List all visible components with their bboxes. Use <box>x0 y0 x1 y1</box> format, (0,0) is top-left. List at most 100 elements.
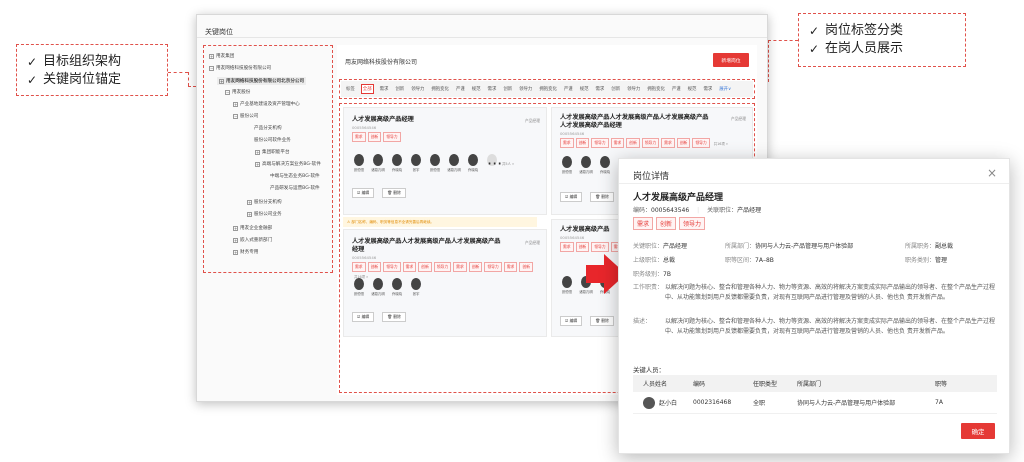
collapse-icon[interactable]: − <box>209 65 214 71</box>
tag-filter-item[interactable]: 创新 <box>502 85 513 93</box>
expand-icon[interactable]: + <box>247 199 252 205</box>
tree-node[interactable]: + 用友企业金融部 <box>233 225 272 231</box>
modal-position-title: 人才发展高级产品经理 <box>633 193 724 203</box>
tree-node[interactable]: + 财务专用 <box>233 249 258 255</box>
more-icon: ··· <box>487 154 503 173</box>
close-icon[interactable]: × <box>987 166 997 180</box>
expand-icon[interactable]: + <box>233 249 238 255</box>
tag-filter-item[interactable]: 拥抱变化 <box>430 85 450 93</box>
tree-node[interactable]: 股份公司软件业务 <box>247 137 291 143</box>
company-title: 用友网络科技股份有限公司 <box>345 59 418 66</box>
tree-node[interactable]: 产品研发与运营BG-软件 <box>263 185 320 191</box>
collapse-icon[interactable]: − <box>225 89 230 95</box>
tag-filter-item[interactable]: 领导力 <box>518 85 533 93</box>
tag-filter-item[interactable]: 领导力 <box>626 85 641 93</box>
table-cell: 协同与人力云-产品管理与用户体验部 <box>797 398 935 407</box>
person[interactable]: 张宇 <box>409 154 423 172</box>
delete-button[interactable]: 🗑 删除 <box>590 192 614 202</box>
person[interactable]: 诸葛孔明 <box>371 278 385 296</box>
expand-icon[interactable]: + <box>233 225 238 231</box>
tree-node[interactable]: + 用友网络科技股份有限公司北京分公司 <box>217 77 307 85</box>
expand-icon[interactable]: + <box>233 237 238 243</box>
tree-node[interactable]: + 用友集团 <box>209 53 234 59</box>
expand-icon[interactable]: + <box>255 149 260 155</box>
tree-node[interactable]: − 用友股份 <box>225 89 250 95</box>
avatar <box>392 154 402 166</box>
tag-filter-item[interactable]: 需求 <box>595 85 606 93</box>
tree-node[interactable]: − 用友网络科技股份有限公司 <box>209 65 271 71</box>
person[interactable]: 乔晓晓 <box>390 154 404 172</box>
window-title: 关键岗位 <box>205 28 233 36</box>
person[interactable]: 乔晓晓 <box>466 154 480 172</box>
person-name: 乔晓晓 <box>599 170 611 174</box>
edit-button[interactable]: ☑ 编辑 <box>352 312 375 322</box>
person[interactable]: 张恒恒 <box>352 278 366 296</box>
position-card[interactable]: 人才发展高级产品人才发展高级产品人才发展高级产品经理 产品经理 0005564546… <box>343 229 547 337</box>
person[interactable]: 张宇 <box>409 278 423 296</box>
expand-icon[interactable]: + <box>233 101 238 107</box>
callout-item: 目标组织架构 <box>43 54 122 69</box>
person[interactable]: 诸葛孔明 <box>447 154 461 172</box>
delete-button[interactable]: 🗑 删除 <box>382 188 406 198</box>
tree-node[interactable]: + 股份公司业务 <box>247 211 282 217</box>
card-position: 产品经理 <box>524 118 540 123</box>
more-people-link[interactable]: 共5人 » <box>502 161 514 166</box>
tree-node[interactable]: 产品分支机构 <box>247 125 282 131</box>
tree-node[interactable]: + 高端与解决方案业务BG-软件 <box>255 161 321 167</box>
delete-button[interactable]: 🗑 删除 <box>590 316 614 326</box>
tag-filter-item[interactable]: 规范 <box>579 85 590 93</box>
tag-filter-item[interactable]: 全部 <box>360 84 374 94</box>
table-row[interactable]: 赵小白 0002316468 全职 协同与人力云-产品管理与用户体验部 7A <box>633 392 997 414</box>
expand-icon[interactable]: + <box>247 211 252 217</box>
person[interactable]: 诸葛孔明 <box>579 156 593 174</box>
detail-field: 所属职务：副总裁 <box>905 241 953 250</box>
confirm-button[interactable]: 确定 <box>961 423 995 439</box>
tag-filter-item[interactable]: 严谨 <box>455 85 466 93</box>
tag-filter-item[interactable]: 严谨 <box>671 85 682 93</box>
tag-filter-item[interactable]: 规范 <box>687 85 698 93</box>
tree-node[interactable]: + 股份分支机构 <box>247 199 282 205</box>
tree-node[interactable]: + 嵌入式重新部门 <box>233 237 272 243</box>
tag-chip: 需求 <box>633 217 654 230</box>
connector-line <box>768 40 769 82</box>
expand-icon[interactable]: + <box>255 161 260 167</box>
tree-node[interactable]: − 股份公司 <box>233 113 258 119</box>
tag-filter-item[interactable]: 需求 <box>487 85 498 93</box>
person[interactable]: 张恒恒 <box>560 156 574 174</box>
position-card[interactable]: 人才发展高级产品经理 产品经理 0005564546 需求 创新 领导力 张恒恒 诸葛孔明 乔晓… <box>343 107 547 215</box>
person[interactable]: 诸葛孔明 <box>371 154 385 172</box>
tag-filter-item[interactable]: 需求 <box>379 85 390 93</box>
expand-tags-link[interactable]: 展开∨ <box>718 85 732 93</box>
tag-chip: 领导力 <box>383 132 401 142</box>
person[interactable]: 张恒恒 <box>428 154 442 172</box>
field-label: 关键职位： <box>633 243 664 250</box>
tag-filter-item[interactable]: 严谨 <box>563 85 574 93</box>
expand-icon[interactable]: + <box>219 78 224 84</box>
person[interactable]: 乔晓晓 <box>598 156 612 174</box>
tree-node[interactable]: 中端与生态业务BG-软件 <box>263 173 320 179</box>
more-tags-link[interactable]: 共16项 » <box>714 141 728 146</box>
tag-filter-item[interactable]: 创新 <box>610 85 621 93</box>
tree-node-label: 股份分支机构 <box>254 200 282 205</box>
edit-button[interactable]: ☑ 编辑 <box>352 188 375 198</box>
person[interactable]: 张恒恒 <box>352 154 366 172</box>
divider <box>197 37 767 38</box>
tree-node[interactable]: + 集团职能平台 <box>255 149 290 155</box>
tag-filter-item[interactable]: 领导力 <box>410 85 425 93</box>
tag-filter-item[interactable]: 拥抱变化 <box>646 85 666 93</box>
tag-filter-item[interactable]: 需求 <box>702 85 713 93</box>
tag-chip: 领导力 <box>383 262 401 272</box>
tree-node[interactable]: + 产业基地建设及资产管理中心 <box>233 101 300 107</box>
tag-filter-item[interactable]: 规范 <box>471 85 482 93</box>
person[interactable]: 张恒恒 <box>560 276 574 294</box>
person[interactable]: 乔晓晓 <box>390 278 404 296</box>
more-people[interactable]: ··· <box>485 154 503 173</box>
tag-filter-item[interactable]: 拥抱变化 <box>538 85 558 93</box>
tag-filter-item[interactable]: 创新 <box>394 85 405 93</box>
expand-icon[interactable]: + <box>209 53 214 59</box>
edit-button[interactable]: ☑ 编辑 <box>560 316 583 326</box>
collapse-icon[interactable]: − <box>233 113 238 119</box>
add-position-button[interactable]: 新增岗位 <box>713 53 749 67</box>
delete-button[interactable]: 🗑 删除 <box>382 312 406 322</box>
edit-button[interactable]: ☑ 编辑 <box>560 192 583 202</box>
